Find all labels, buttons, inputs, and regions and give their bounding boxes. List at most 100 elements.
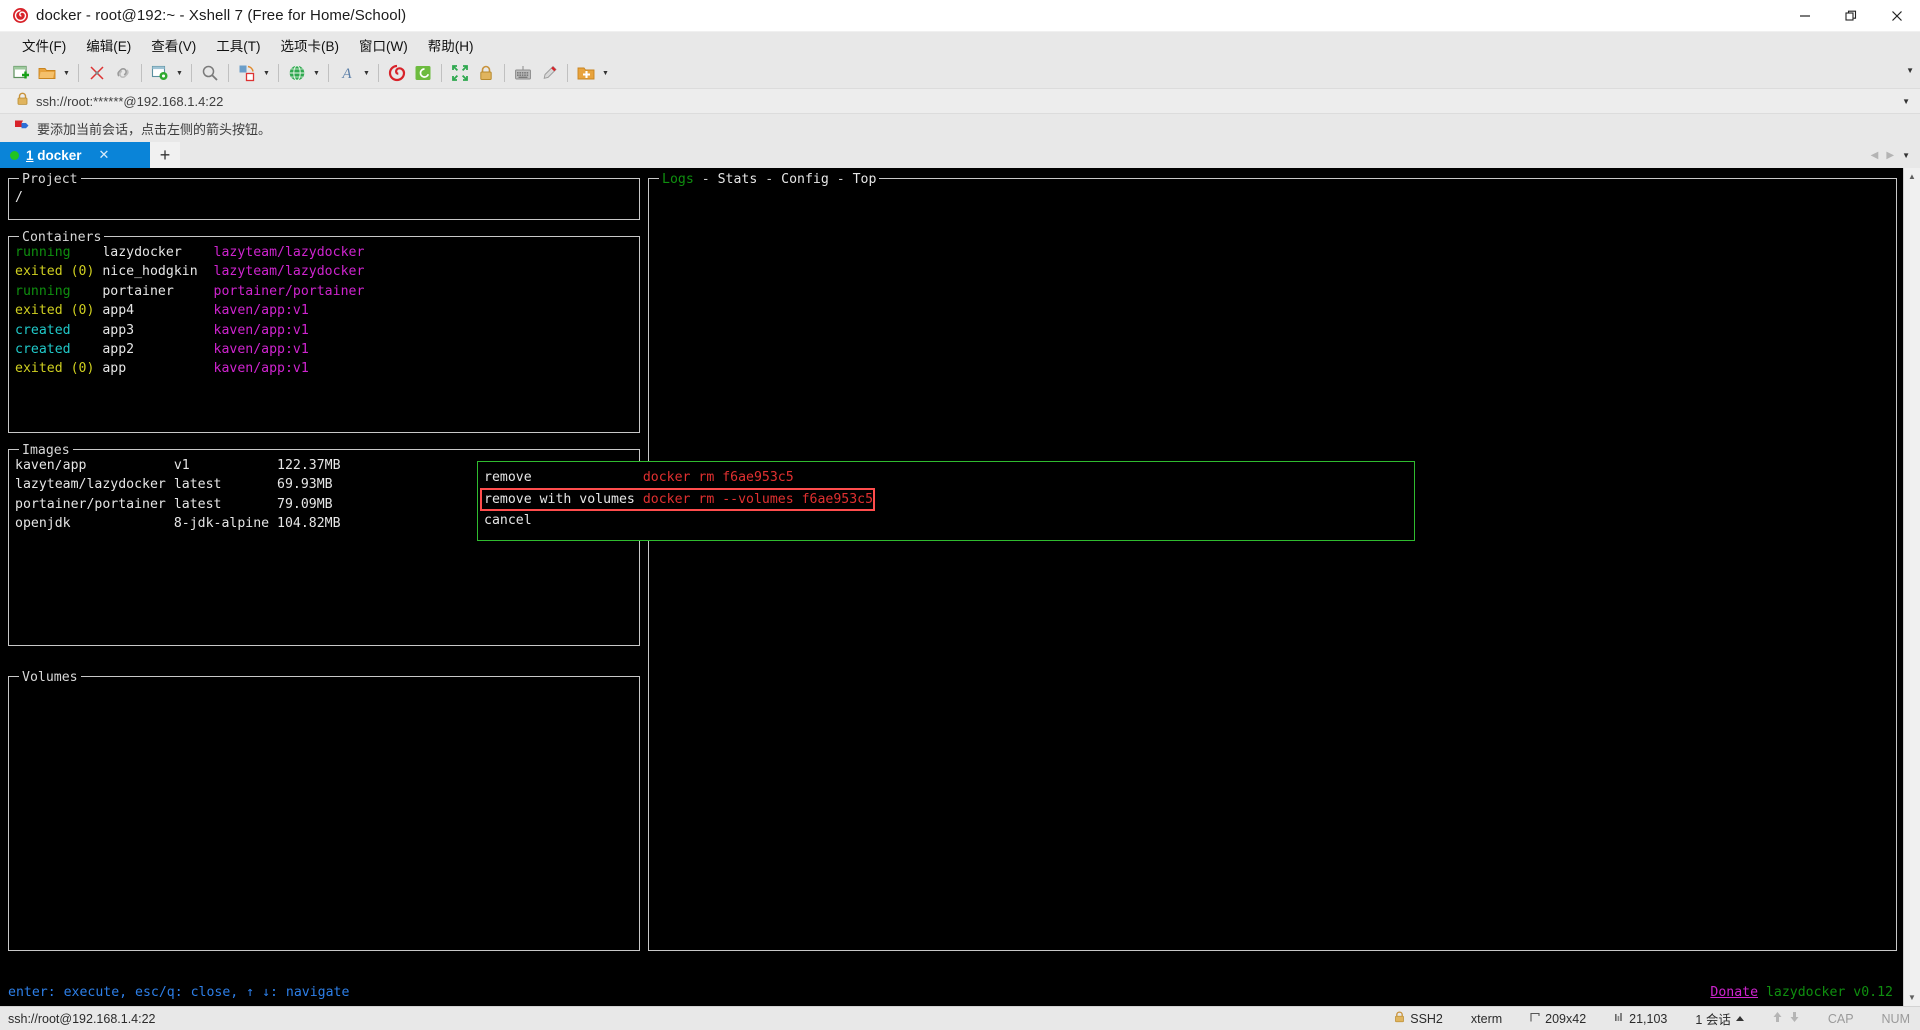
tab-list-menu-icon[interactable]: ▼ — [1902, 151, 1910, 160]
menu-item-remove[interactable]: remove docker rm f6ae953c5 — [480, 468, 1414, 488]
terminal-scrollbar[interactable]: ▲ ▼ — [1903, 168, 1920, 1006]
tab-separator: - — [693, 172, 718, 187]
lock-screen-icon[interactable] — [473, 61, 499, 85]
new-session-icon[interactable] — [8, 61, 34, 85]
web-browser-icon[interactable] — [284, 61, 310, 85]
status-sessions[interactable]: 1 会话 — [1681, 1009, 1757, 1028]
menu-view[interactable]: 查看(V) — [141, 32, 206, 58]
toolbar-separator — [278, 64, 279, 82]
tab-scroll-left-icon[interactable]: ◀ — [1871, 150, 1879, 161]
toolbar-overflow-caret-icon[interactable]: ▼ — [1906, 66, 1914, 75]
container-exit-code: (0) — [70, 361, 95, 377]
session-properties-caret-icon[interactable]: ▼ — [173, 61, 186, 85]
remove-image-menu[interactable]: remove docker rm f6ae953c5 remove with v… — [477, 461, 1415, 541]
project-panel-title: Project — [19, 170, 81, 190]
minimize-button[interactable] — [1782, 0, 1828, 32]
address-dropdown-caret-icon[interactable]: ▼ — [1902, 97, 1910, 106]
container-row[interactable]: created app3 kaven/app:v1 — [15, 321, 639, 340]
fullscreen-icon[interactable] — [447, 61, 473, 85]
font-settings-icon[interactable]: A — [334, 61, 360, 85]
image-size: 79.09MB — [277, 496, 333, 512]
status-terminal-type[interactable]: xterm — [1457, 1012, 1516, 1026]
xftp-icon[interactable] — [410, 61, 436, 85]
xshell-icon[interactable] — [384, 61, 410, 85]
menu-help[interactable]: 帮助(H) — [418, 32, 484, 58]
tab-label: 1 docker — [26, 148, 82, 163]
open-session-folder-icon[interactable] — [34, 61, 60, 85]
container-state: exited — [15, 361, 71, 377]
donate-link[interactable]: Donate — [1710, 985, 1758, 1000]
status-bar: ssh://root@192.168.1.4:22 SSH2 xterm 209… — [0, 1006, 1920, 1030]
menu-edit[interactable]: 编辑(E) — [76, 32, 141, 58]
container-row[interactable]: exited (0) app kaven/app:v1 — [15, 359, 639, 378]
container-row[interactable]: running portainer portainer/portainer — [15, 282, 639, 301]
tab-close-icon[interactable]: ✕ — [99, 147, 110, 163]
menu-tools[interactable]: 工具(T) — [206, 32, 270, 58]
container-image: portainer/portainer — [213, 283, 365, 299]
scrollbar-track[interactable] — [1903, 185, 1920, 989]
status-protocol[interactable]: SSH2 — [1380, 1011, 1457, 1026]
status-bytes[interactable]: 21,103 — [1600, 1012, 1681, 1026]
scroll-up-icon[interactable]: ▲ — [1903, 168, 1920, 185]
tab-separator: - — [757, 172, 782, 187]
tab-config[interactable]: Config — [781, 172, 829, 187]
menu-file[interactable]: 文件(F) — [12, 32, 76, 58]
volumes-panel-title: Volumes — [19, 668, 81, 688]
lazydocker-tui[interactable]: Project / Containers running lazydocker … — [0, 168, 1903, 1006]
menu-item-remove-command: docker rm f6ae953c5 — [642, 470, 794, 485]
container-row[interactable]: exited (0) nice_hodgkin lazyteam/lazydoc… — [15, 262, 639, 281]
new-tab-button[interactable]: + — [150, 142, 180, 168]
container-row[interactable]: exited (0) app4 kaven/app:v1 — [15, 301, 639, 320]
add-to-folder-icon[interactable] — [573, 61, 599, 85]
tab-docker[interactable]: 1 docker ✕ — [0, 142, 150, 168]
file-transfer-icon[interactable] — [234, 61, 260, 85]
keybindings-hint: enter: execute, esc/q: close, ↑ ↓: navig… — [8, 984, 350, 1000]
container-row[interactable]: running lazydocker lazyteam/lazydocker — [15, 243, 639, 262]
tab-logs[interactable]: Logs — [662, 172, 694, 187]
add-to-folder-caret-icon[interactable]: ▼ — [599, 61, 612, 85]
address-value[interactable]: ssh://root:******@192.168.1.4:22 — [36, 94, 223, 109]
tab-scroll-right-icon[interactable]: ▶ — [1886, 150, 1894, 161]
scroll-down-icon[interactable]: ▼ — [1903, 989, 1920, 1006]
address-bar[interactable]: ssh://root:******@192.168.1.4:22 ▼ — [0, 88, 1920, 114]
status-transfer-indicators — [1758, 1011, 1814, 1026]
menu-item-cancel[interactable]: cancel — [480, 511, 1414, 531]
status-bytes-label: 21,103 — [1629, 1011, 1668, 1026]
keyboard-icon[interactable] — [510, 61, 536, 85]
tab-top[interactable]: Top — [853, 172, 877, 187]
session-properties-icon[interactable] — [147, 61, 173, 85]
find-icon[interactable] — [197, 61, 223, 85]
highlight-pen-icon[interactable] — [536, 61, 562, 85]
container-name: app3 — [102, 322, 198, 338]
container-exit-code — [71, 342, 95, 357]
menu-item-remove-with-volumes[interactable]: remove with volumes docker rm --volumes … — [480, 487, 876, 512]
containers-list: running lazydocker lazyteam/lazydocker e… — [9, 237, 639, 379]
menu-tabs[interactable]: 选项卡(B) — [271, 32, 350, 58]
volumes-panel[interactable]: Volumes — [8, 668, 640, 951]
close-window-button[interactable] — [1874, 0, 1920, 32]
project-panel[interactable]: Project / — [8, 170, 640, 220]
font-settings-caret-icon[interactable]: ▼ — [360, 61, 373, 85]
container-row[interactable]: created app2 kaven/app:v1 — [15, 340, 639, 359]
maximize-restore-button[interactable] — [1828, 0, 1874, 32]
container-name: app2 — [102, 342, 198, 358]
disconnect-icon[interactable] — [84, 61, 110, 85]
tab-stats[interactable]: Stats — [718, 172, 758, 187]
containers-panel[interactable]: Containers running lazydocker lazyteam/l… — [8, 228, 640, 433]
menu-window[interactable]: 窗口(W) — [349, 32, 418, 58]
menu-item-remove-with-volumes-label: remove with volumes — [484, 491, 635, 507]
file-transfer-caret-icon[interactable]: ▼ — [260, 61, 273, 85]
sessions-caret-up-icon[interactable] — [1735, 1016, 1744, 1021]
status-size[interactable]: 209x42 — [1516, 1012, 1600, 1026]
flag-icon — [14, 119, 29, 138]
web-browser-caret-icon[interactable]: ▼ — [310, 61, 323, 85]
remove-image-menu-items: remove docker rm f6ae953c5 remove with v… — [478, 462, 1414, 537]
open-session-caret-icon[interactable]: ▼ — [60, 61, 73, 85]
image-size: 69.93MB — [277, 477, 333, 493]
reconnect-icon[interactable] — [110, 61, 136, 85]
main-content-panel[interactable]: Logs - Stats - Config - Top — [648, 170, 1897, 951]
